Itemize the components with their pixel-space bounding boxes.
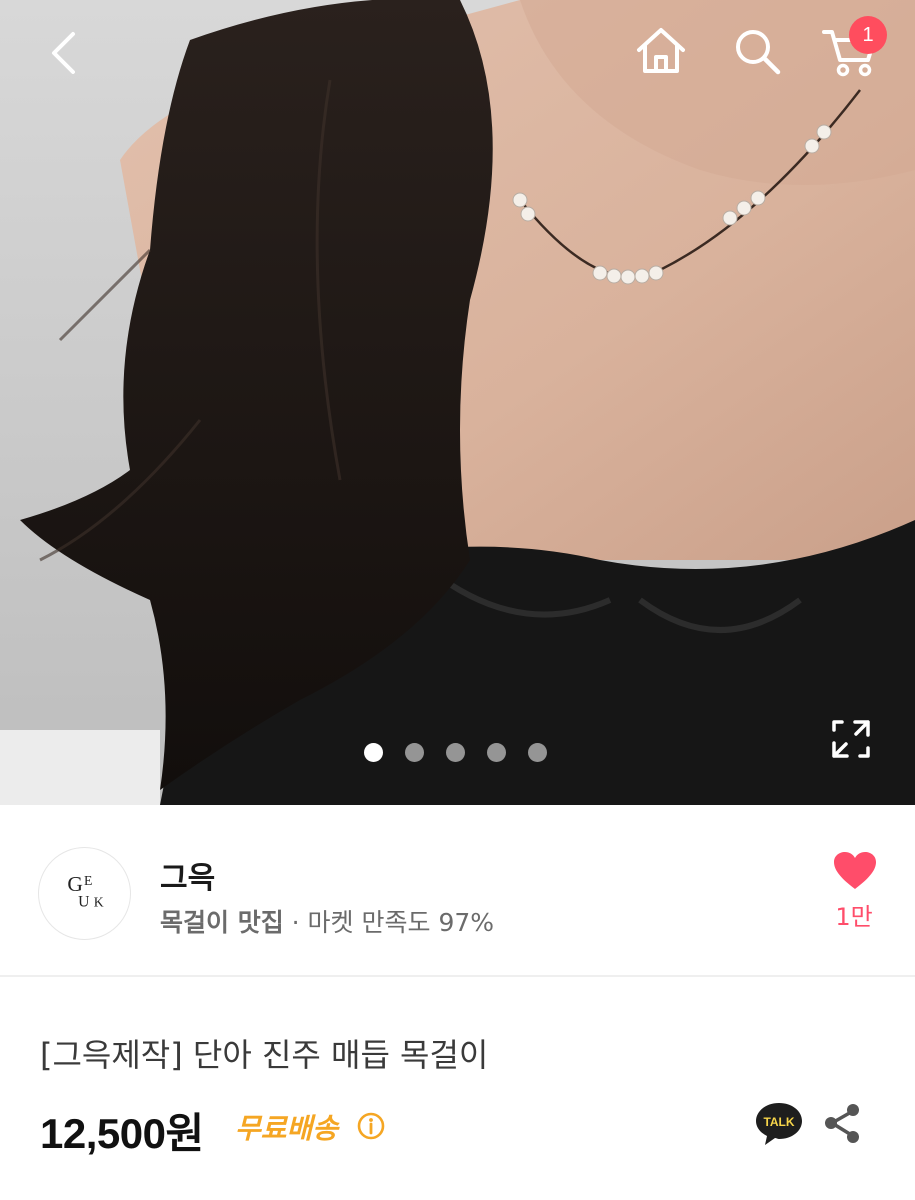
carousel-dot[interactable]	[364, 742, 383, 762]
home-icon[interactable]	[632, 24, 690, 78]
carousel-dot[interactable]	[446, 742, 465, 762]
shop-avatar[interactable]: G E U K	[38, 847, 131, 940]
info-icon[interactable]	[356, 1111, 386, 1141]
cart-count-badge: 1	[849, 16, 887, 54]
carousel-dot[interactable]	[405, 742, 424, 762]
product-image-carousel[interactable]: 1	[0, 0, 915, 805]
kakao-talk-button[interactable]: TALK	[754, 1100, 804, 1148]
svg-text:K: K	[94, 895, 104, 910]
carousel-pagination	[364, 742, 547, 762]
like-count: 1만	[835, 903, 873, 931]
product-title: [그윽제작] 단아 진주 매듭 목걸이	[40, 1036, 489, 1074]
search-icon[interactable]	[730, 24, 784, 78]
svg-text:U: U	[78, 894, 89, 911]
svg-text:G: G	[67, 872, 83, 896]
product-price: 12,500원	[40, 1110, 204, 1157]
shop-tag: 목걸이 맛집	[160, 908, 284, 937]
expand-icon[interactable]	[830, 718, 872, 760]
seller-section: G E U K 그윽 목걸이 맛집 · 마켓 만족도 97% 1만	[0, 805, 915, 977]
market-satisfaction: · 마켓 만족도 97%	[283, 908, 495, 937]
heart-icon[interactable]	[833, 851, 877, 891]
back-icon[interactable]	[40, 28, 90, 78]
carousel-dot[interactable]	[487, 742, 506, 762]
shop-meta: 목걸이 맛집 · 마켓 만족도 97%	[160, 903, 494, 939]
product-photo	[0, 0, 915, 805]
talk-label: TALK	[763, 1115, 794, 1129]
free-shipping-label: 무료배송	[235, 1112, 339, 1145]
shop-name[interactable]: 그윽	[160, 853, 215, 897]
share-icon[interactable]	[822, 1102, 864, 1146]
carousel-dot[interactable]	[528, 742, 547, 762]
svg-text:E: E	[84, 873, 92, 888]
